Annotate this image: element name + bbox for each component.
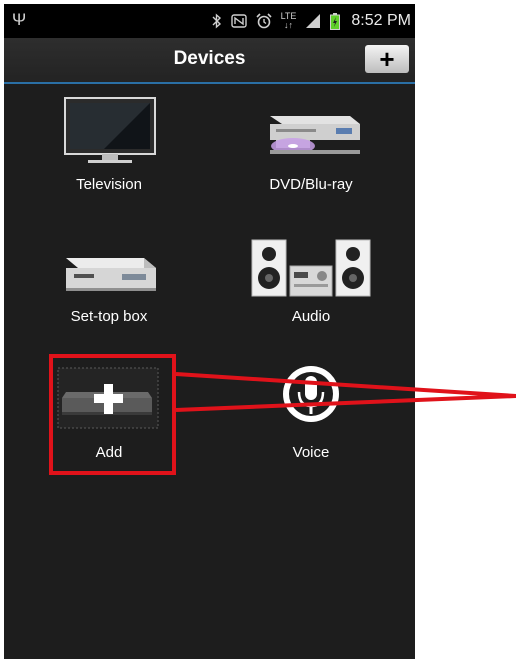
- annotation-callout-lines: [175, 372, 516, 412]
